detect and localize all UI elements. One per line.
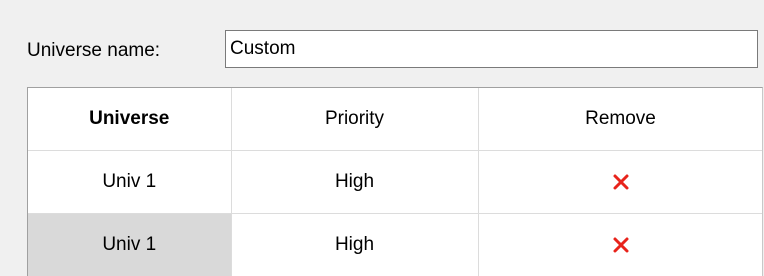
universe-name-row: Universe name: (27, 30, 764, 70)
cell-universe[interactable]: Univ 1 (28, 213, 232, 276)
cell-priority[interactable]: High (231, 213, 479, 276)
remove-row-button[interactable] (607, 168, 635, 196)
table-header-row: Universe Priority Remove (28, 88, 762, 151)
cell-priority[interactable]: High (231, 150, 479, 214)
table-row[interactable]: Univ 1 High (28, 213, 762, 276)
universe-table: Universe Priority Remove Univ 1 High Uni… (27, 87, 763, 276)
table-row[interactable]: Univ 1 High (28, 150, 762, 214)
cell-remove (478, 213, 762, 276)
column-header-remove[interactable]: Remove (478, 88, 762, 151)
column-header-priority[interactable]: Priority (231, 88, 479, 151)
universe-name-input[interactable] (225, 30, 758, 68)
remove-row-button[interactable] (607, 231, 635, 259)
column-header-universe[interactable]: Universe (28, 88, 232, 151)
red-x-icon (613, 237, 628, 253)
cell-universe[interactable]: Univ 1 (28, 150, 232, 214)
universe-editor-panel: Universe name: Universe Priority Remove … (0, 0, 764, 276)
red-x-icon (613, 174, 628, 190)
cell-remove (478, 150, 762, 214)
universe-name-label: Universe name: (27, 40, 161, 61)
